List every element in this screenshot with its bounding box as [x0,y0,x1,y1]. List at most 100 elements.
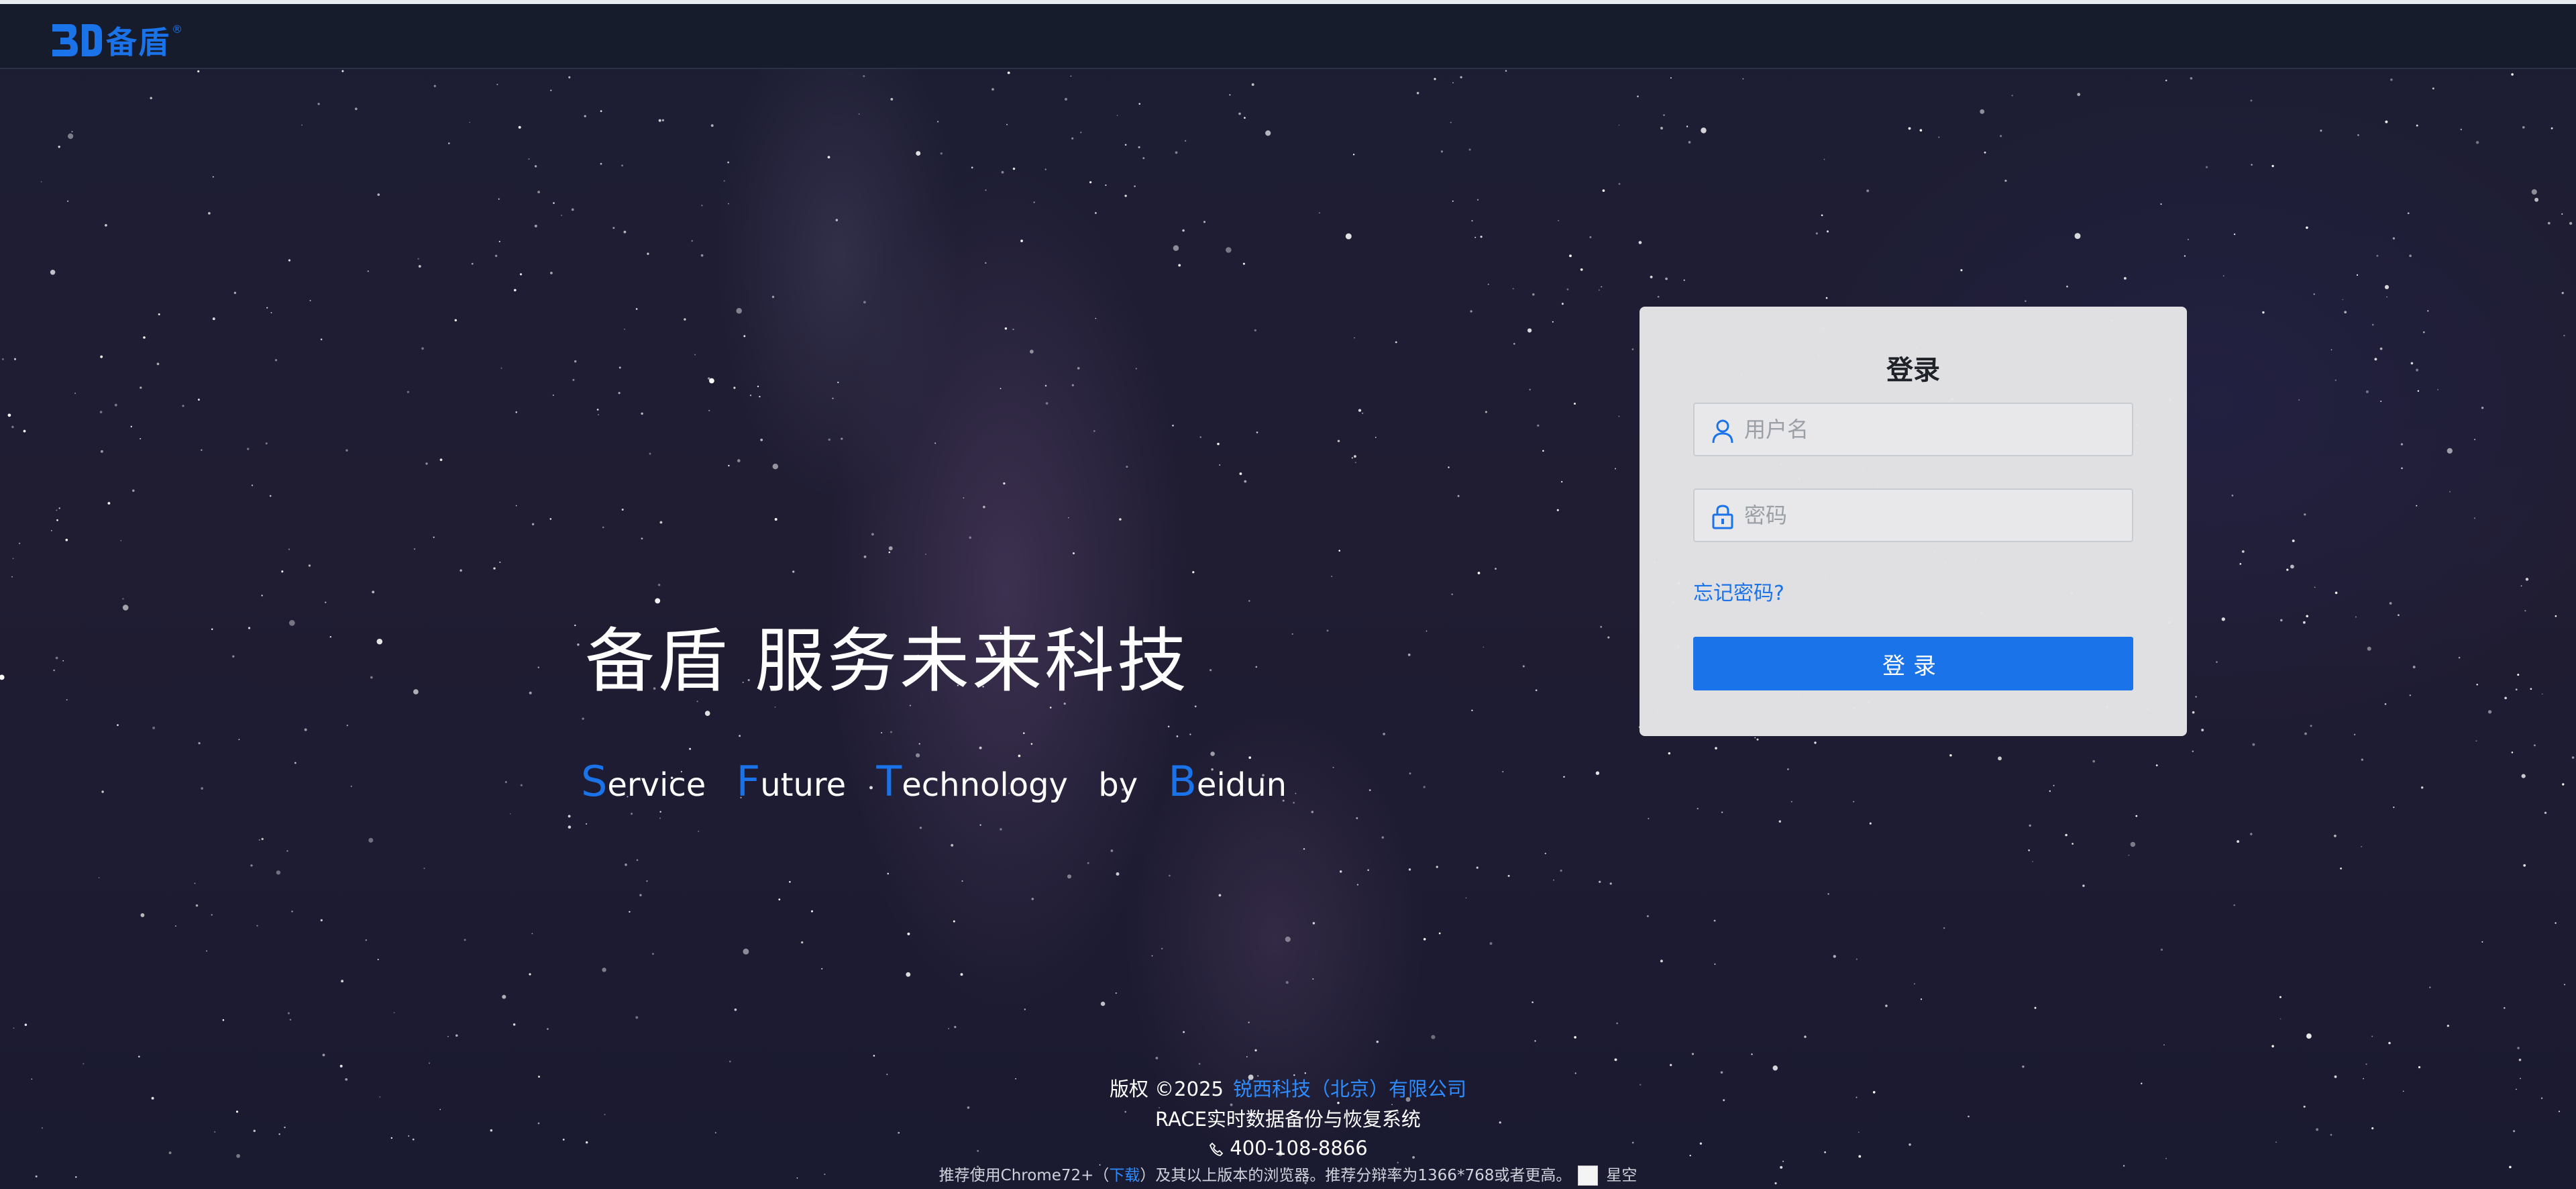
star [498,240,500,243]
star [1407,654,1411,656]
star [940,152,943,155]
star [67,133,74,140]
registered-mark: ® [172,23,182,36]
star [1226,247,1232,253]
star [727,161,730,164]
star [2517,1047,2520,1049]
star [2385,120,2388,123]
star [2128,854,2130,856]
star [2355,616,2357,618]
star [1367,869,1369,871]
star [1960,269,1963,272]
star [529,973,531,976]
star [2562,783,2565,786]
star [2515,688,2518,690]
star [2388,1041,2391,1045]
star [574,624,576,627]
star [635,308,638,310]
star [65,538,68,541]
star [1012,167,1016,170]
star [1134,185,1136,187]
star [708,409,710,411]
star [837,381,839,384]
star [2393,806,2395,809]
star [1362,412,1364,414]
star [1012,328,1014,331]
star [1660,127,1663,130]
star [212,317,215,321]
star [58,507,60,509]
username-field[interactable] [1693,403,2133,456]
star [62,660,64,662]
star [2082,884,2085,887]
star [698,830,700,833]
star [858,113,860,115]
star [1580,268,1583,271]
star [212,176,214,178]
star [907,932,910,935]
star [198,742,201,745]
star [287,1012,290,1015]
star [1772,1065,1778,1071]
star [1151,955,1153,957]
star [464,939,466,941]
star [1176,735,1179,737]
star [1409,772,1411,775]
star [498,198,500,200]
theme-toggle-checkbox[interactable] [1578,1166,1599,1186]
star [1537,424,1540,427]
star [1869,822,1872,825]
star [2522,125,2525,129]
password-field[interactable] [1693,488,2133,542]
footer: 版权 ©2025 锐西科技（北京）有限公司 RACE实时数据备份与恢复系统 400… [0,1074,2576,1189]
star [759,395,761,398]
star [584,115,586,117]
star [1423,786,1426,788]
star [2361,845,2363,847]
logo[interactable]: 备盾 ® [50,20,182,60]
star [1256,431,1258,433]
star [1172,424,1174,427]
star [1255,666,1258,668]
star [2233,904,2235,907]
star [2022,1066,2025,1068]
star [2163,1044,2165,1046]
slogan-chinese: 备盾 服务未来科技 [585,620,1190,702]
star [841,437,843,440]
star [417,258,419,260]
login-button[interactable]: 登录 [1693,637,2133,690]
star [140,437,142,440]
forgot-password-link[interactable]: 忘记密码? [1693,576,1784,606]
password-input[interactable] [1744,490,2120,541]
star [1376,1040,1379,1043]
star [936,121,939,123]
star [2361,758,2363,761]
username-input[interactable] [1744,404,2120,455]
slogan-word: Future [736,757,847,806]
star [266,307,268,309]
star [2476,684,2478,686]
star [1566,288,1569,291]
star [531,523,535,525]
star [649,452,651,455]
star [1175,151,1178,154]
star [2523,864,2526,867]
star [1827,893,1829,895]
star [729,1060,731,1063]
star [1742,78,1744,80]
star [515,411,517,413]
star [1998,756,2002,761]
download-link[interactable]: 下载 [1109,1162,1140,1189]
star [641,412,643,415]
star [413,548,416,550]
star [509,813,511,815]
star [1663,114,1665,116]
star [659,817,661,819]
star [2447,1025,2449,1027]
theme-label[interactable]: 星空 [1606,1162,1637,1189]
star [600,162,602,165]
star [1311,811,1314,813]
company-link[interactable]: 锐西科技（北京）有限公司 [1233,1078,1466,1100]
star [1105,184,1107,187]
star [2541,693,2543,695]
